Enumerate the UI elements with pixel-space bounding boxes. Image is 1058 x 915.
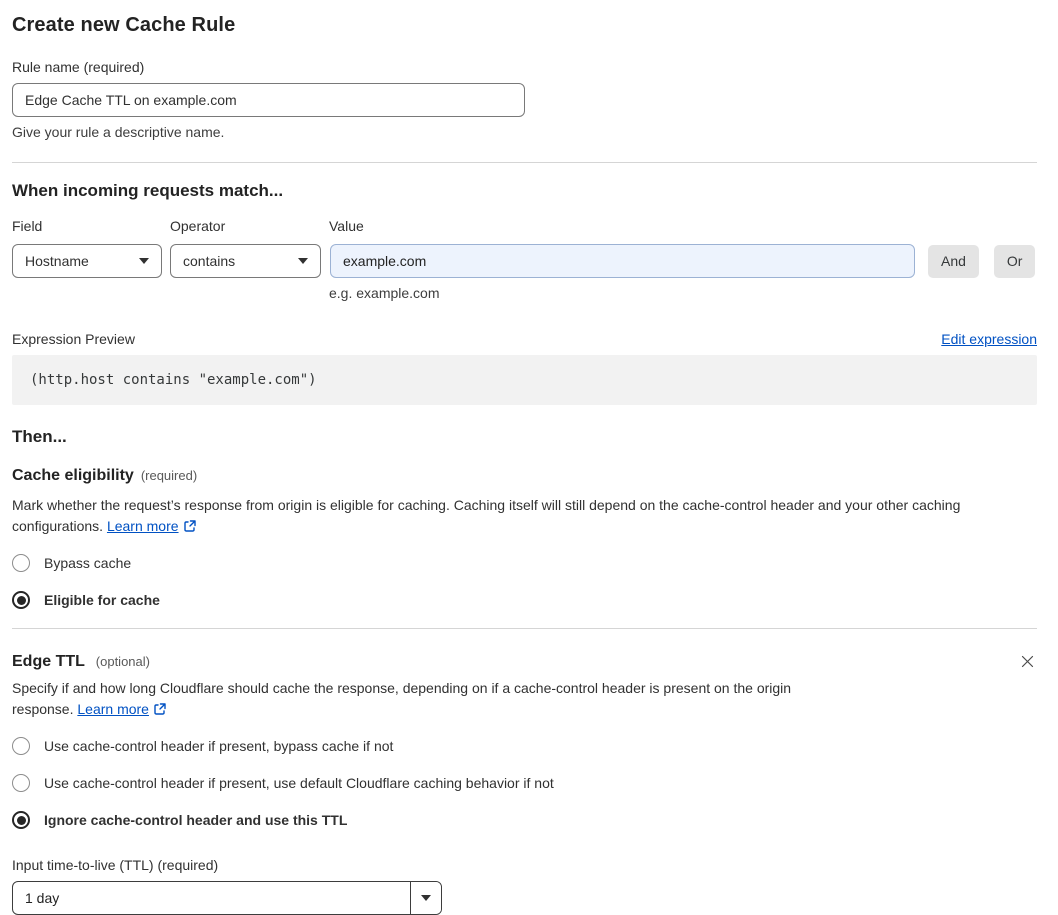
value-input[interactable]: example.com: [330, 244, 915, 278]
chevron-down-icon: [298, 258, 308, 264]
ttl-select[interactable]: 1 day: [12, 881, 442, 915]
match-column-labels: Field Operator Value: [12, 218, 1037, 234]
edit-expression-link[interactable]: Edit expression: [941, 331, 1037, 347]
expression-preview-label: Expression Preview: [12, 331, 135, 347]
radio-circle-icon[interactable]: [12, 554, 30, 572]
rule-name-label: Rule name (required): [12, 59, 145, 75]
ttl-select-value: 1 day: [25, 890, 60, 906]
divider: [12, 162, 1037, 163]
external-link-icon: [153, 701, 167, 722]
create-cache-rule-form: Create new Cache Rule Rule name (require…: [0, 0, 1058, 915]
or-button[interactable]: Or: [993, 244, 1036, 278]
divider: [12, 628, 1037, 629]
radio-label: Eligible for cache: [44, 592, 160, 608]
operator-select[interactable]: contains: [170, 244, 321, 278]
expression-code-box: (http.host contains "example.com"): [12, 355, 1037, 405]
radio-bypass-cache[interactable]: Bypass cache: [12, 554, 1037, 572]
radio-label: Use cache-control header if present, use…: [44, 775, 554, 791]
chevron-down-icon: [421, 895, 431, 901]
edge-ttl-heading: Edge TTL: [12, 652, 85, 670]
cache-eligibility-required-tag: (required): [140, 468, 198, 483]
rule-name-helper: Give your rule a descriptive name.: [12, 124, 225, 140]
cache-eligibility-heading-row: Cache eligibility (required): [12, 467, 1037, 485]
match-section-heading: When incoming requests match...: [12, 181, 284, 200]
cache-eligibility-description: Mark whether the request’s response from…: [12, 495, 1022, 539]
radio-use-header-bypass[interactable]: Use cache-control header if present, byp…: [12, 737, 1037, 755]
value-label: Value: [329, 218, 364, 234]
expression-preview-row: Expression Preview Edit expression: [12, 331, 1037, 347]
match-condition-row: Hostname contains example.com And Or: [12, 244, 1037, 278]
value-input-value: example.com: [343, 253, 427, 269]
edge-ttl-learn-more-link[interactable]: Learn more: [77, 701, 149, 717]
ttl-input-label: Input time-to-live (TTL) (required): [12, 857, 219, 873]
edge-ttl-description: Specify if and how long Cloudflare shoul…: [12, 678, 842, 722]
close-icon[interactable]: [1018, 652, 1037, 671]
ttl-select-arrow-button[interactable]: [410, 882, 441, 914]
radio-label: Use cache-control header if present, byp…: [44, 738, 394, 754]
external-link-icon: [183, 518, 197, 539]
edge-ttl-optional-tag: (optional): [95, 653, 150, 669]
radio-label: Bypass cache: [44, 555, 132, 571]
operator-select-value: contains: [183, 253, 236, 269]
chevron-down-icon: [139, 258, 149, 264]
page-title: Create new Cache Rule: [12, 14, 236, 36]
field-select-value: Hostname: [25, 253, 89, 269]
radio-ignore-header-use-ttl[interactable]: Ignore cache-control header and use this…: [12, 811, 1037, 829]
rule-name-input[interactable]: Edge Cache TTL on example.com: [12, 83, 525, 117]
cache-eligibility-heading: Cache eligibility: [12, 467, 134, 484]
edge-ttl-heading-row: Edge TTL (optional): [12, 652, 1037, 671]
and-button[interactable]: And: [928, 244, 979, 278]
field-label: Field: [12, 218, 43, 234]
cache-eligibility-learn-more-link[interactable]: Learn more: [107, 518, 179, 534]
radio-circle-checked-icon[interactable]: [12, 811, 30, 829]
value-helper: e.g. example.com: [329, 285, 440, 301]
radio-circle-icon[interactable]: [12, 737, 30, 755]
radio-label: Ignore cache-control header and use this…: [44, 812, 348, 828]
operator-label: Operator: [170, 218, 226, 234]
radio-eligible-for-cache[interactable]: Eligible for cache: [12, 591, 1037, 609]
radio-circle-icon[interactable]: [12, 774, 30, 792]
field-select[interactable]: Hostname: [12, 244, 162, 278]
rule-name-value: Edge Cache TTL on example.com: [25, 92, 237, 108]
then-heading: Then...: [12, 427, 67, 446]
radio-circle-checked-icon[interactable]: [12, 591, 30, 609]
radio-use-header-default[interactable]: Use cache-control header if present, use…: [12, 774, 1037, 792]
expression-code: (http.host contains "example.com"): [30, 372, 317, 388]
